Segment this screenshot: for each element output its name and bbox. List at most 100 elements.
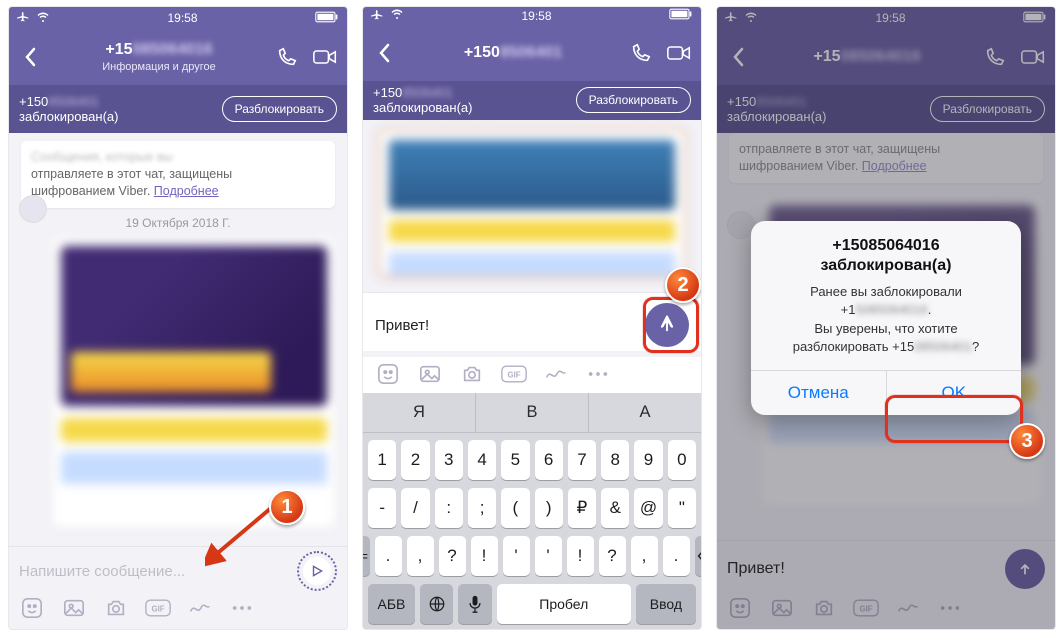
key[interactable]: 6 [535, 440, 563, 480]
key-abc[interactable]: АБВ [368, 584, 415, 624]
gif-icon[interactable]: GIF [501, 361, 527, 387]
blocked-banner: +1508506401 заблокирован(а) Разблокирова… [363, 81, 701, 120]
key-dictation[interactable] [458, 584, 491, 624]
airplane-icon [371, 8, 384, 24]
key[interactable]: 5 [501, 440, 529, 480]
step-badge-3: 3 [1009, 423, 1045, 459]
key-backspace[interactable] [695, 536, 703, 576]
suggestion-key[interactable]: Я [363, 393, 475, 432]
alert-backdrop: +15085064016 заблокирован(а) Ранее вы за… [717, 7, 1055, 629]
more-icon[interactable] [229, 595, 255, 621]
key[interactable]: ' [503, 536, 530, 576]
gallery-icon[interactable] [417, 361, 443, 387]
key[interactable]: - [368, 488, 396, 528]
key-return[interactable]: Ввод [636, 584, 696, 624]
key[interactable]: 4 [468, 440, 496, 480]
key[interactable]: 2 [401, 440, 429, 480]
key[interactable]: , [631, 536, 658, 576]
key[interactable]: 7 [568, 440, 596, 480]
message-card-blurred [53, 238, 335, 528]
sticker-icon[interactable] [19, 595, 45, 621]
message-input[interactable]: Напишите сообщение... [19, 563, 287, 580]
key[interactable]: 9 [634, 440, 662, 480]
chat-area: Сообщения, которые вы отправляете в этот… [9, 133, 347, 546]
key[interactable]: ! [471, 536, 498, 576]
camera-icon[interactable] [103, 595, 129, 621]
phone-screenshot-1: 19:58 +15085064016 Информация и другое [8, 6, 348, 630]
key[interactable]: , [407, 536, 434, 576]
status-time: 19:58 [167, 11, 197, 25]
chat-header: +1508506401 [363, 25, 701, 81]
key[interactable]: " [668, 488, 696, 528]
voice-message-button[interactable] [297, 551, 337, 591]
wifi-icon [36, 11, 50, 26]
unblock-button[interactable]: Разблокировать [576, 87, 691, 113]
sender-avatar[interactable] [19, 195, 47, 223]
send-button[interactable] [645, 303, 689, 347]
key[interactable]: 1 [368, 440, 396, 480]
key-symbols[interactable]: #+= [362, 536, 370, 576]
camera-icon[interactable] [459, 361, 485, 387]
suggestion-key[interactable]: В [475, 393, 588, 432]
unblock-button[interactable]: Разблокировать [222, 96, 337, 122]
chat-subtitle[interactable]: Информация и другое [51, 61, 267, 73]
blocked-banner: +1508506401 заблокирован(а) Разблокирова… [9, 85, 347, 133]
status-bar: 19:58 [363, 7, 701, 25]
key[interactable]: ! [567, 536, 594, 576]
ios-keyboard: Я В А 1234567890 -/:;()₽&@" #+= .,?!''!?… [363, 393, 701, 629]
airplane-icon [17, 10, 30, 26]
key[interactable]: 0 [668, 440, 696, 480]
svg-text:GIF: GIF [152, 604, 165, 613]
phone-screenshot-3: 19:58 +15085064016 +1508506401 заблокиро… [716, 6, 1056, 630]
voice-call-icon[interactable] [275, 45, 299, 69]
key[interactable]: ? [439, 536, 466, 576]
key[interactable]: . [663, 536, 690, 576]
key[interactable]: 3 [435, 440, 463, 480]
suggestion-key[interactable]: А [588, 393, 701, 432]
doodle-icon[interactable] [543, 361, 569, 387]
gif-icon[interactable]: GIF [145, 595, 171, 621]
key[interactable]: ; [468, 488, 496, 528]
step-badge-1: 1 [269, 489, 305, 525]
key[interactable]: ( [501, 488, 529, 528]
chat-area [363, 120, 701, 292]
message-input[interactable]: Привет! [375, 317, 635, 334]
date-label: 19 Октября 2018 Г. [9, 216, 347, 230]
step-badge-2: 2 [665, 267, 701, 303]
voice-call-icon[interactable] [629, 41, 653, 65]
phone-screenshot-2: 19:58 +1508506401 +1508506401 заблокиров… [362, 6, 702, 630]
key-space[interactable]: Пробел [497, 584, 631, 624]
chat-header: +15085064016 Информация и другое [9, 29, 347, 85]
key[interactable]: ) [535, 488, 563, 528]
video-call-icon[interactable] [667, 41, 691, 65]
key-globe[interactable] [420, 584, 453, 624]
wifi-icon [390, 8, 404, 23]
video-call-icon[interactable] [313, 45, 337, 69]
doodle-icon[interactable] [187, 595, 213, 621]
sticker-icon[interactable] [375, 361, 401, 387]
key[interactable]: / [401, 488, 429, 528]
key[interactable]: ₽ [568, 488, 596, 528]
encryption-notice: Сообщения, которые вы отправляете в этот… [21, 141, 335, 208]
key[interactable]: : [435, 488, 463, 528]
key[interactable]: 8 [601, 440, 629, 480]
message-composer: Привет! [363, 292, 701, 351]
alert-cancel-button[interactable]: Отмена [751, 371, 886, 415]
svg-text:GIF: GIF [508, 370, 521, 379]
key[interactable]: ? [599, 536, 626, 576]
more-icon[interactable] [585, 361, 611, 387]
message-composer: Напишите сообщение... GIF [9, 546, 347, 629]
status-bar: 19:58 [9, 7, 347, 29]
message-card-blurred [377, 128, 687, 278]
learn-more-link[interactable]: Подробнее [154, 184, 219, 198]
key[interactable]: . [375, 536, 402, 576]
key[interactable]: ' [535, 536, 562, 576]
key[interactable]: @ [634, 488, 662, 528]
gallery-icon[interactable] [61, 595, 87, 621]
back-icon[interactable] [19, 45, 43, 69]
battery-icon [669, 8, 693, 23]
battery-icon [315, 11, 339, 26]
key[interactable]: & [601, 488, 629, 528]
back-icon[interactable] [373, 41, 397, 65]
alert-ok-button[interactable]: OK [886, 371, 1022, 415]
